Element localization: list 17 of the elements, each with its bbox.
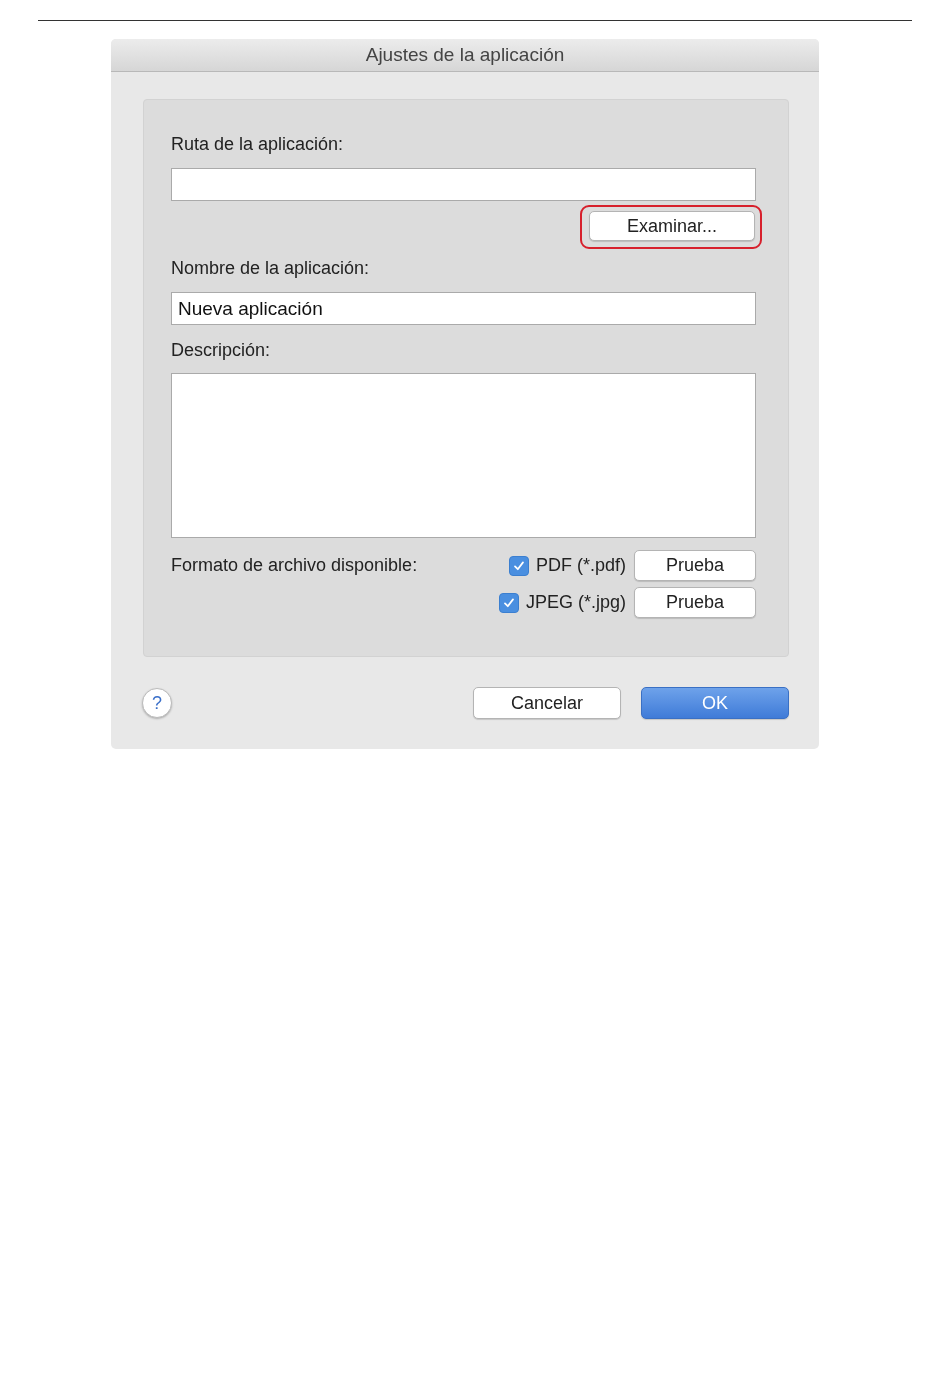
field-label: Ruta de la aplicación: <box>171 133 344 155</box>
field-label: Descripción: <box>171 339 271 361</box>
test-button[interactable]: Prueba <box>634 550 756 581</box>
name-field[interactable]: Nueva aplicación <box>171 292 756 325</box>
path-field[interactable] <box>171 168 756 201</box>
checkbox-label[interactable]: PDF (*.pdf) <box>535 555 626 576</box>
checkbox[interactable] <box>508 555 529 576</box>
checkbox[interactable] <box>498 592 519 613</box>
description-field[interactable] <box>171 373 756 538</box>
field-label: Formato de archivo disponible: <box>171 555 418 577</box>
help-button[interactable]: ? <box>142 688 172 718</box>
browse-button[interactable]: Examinar... <box>589 211 755 241</box>
cancel-button[interactable]: Cancelar <box>473 687 621 719</box>
checkbox-label[interactable]: JPEG (*.jpg) <box>525 592 626 613</box>
test-button[interactable]: Prueba <box>634 587 756 618</box>
window-title: Ajustes de la aplicación <box>365 44 565 66</box>
field-label: Nombre de la aplicación: <box>171 257 370 279</box>
